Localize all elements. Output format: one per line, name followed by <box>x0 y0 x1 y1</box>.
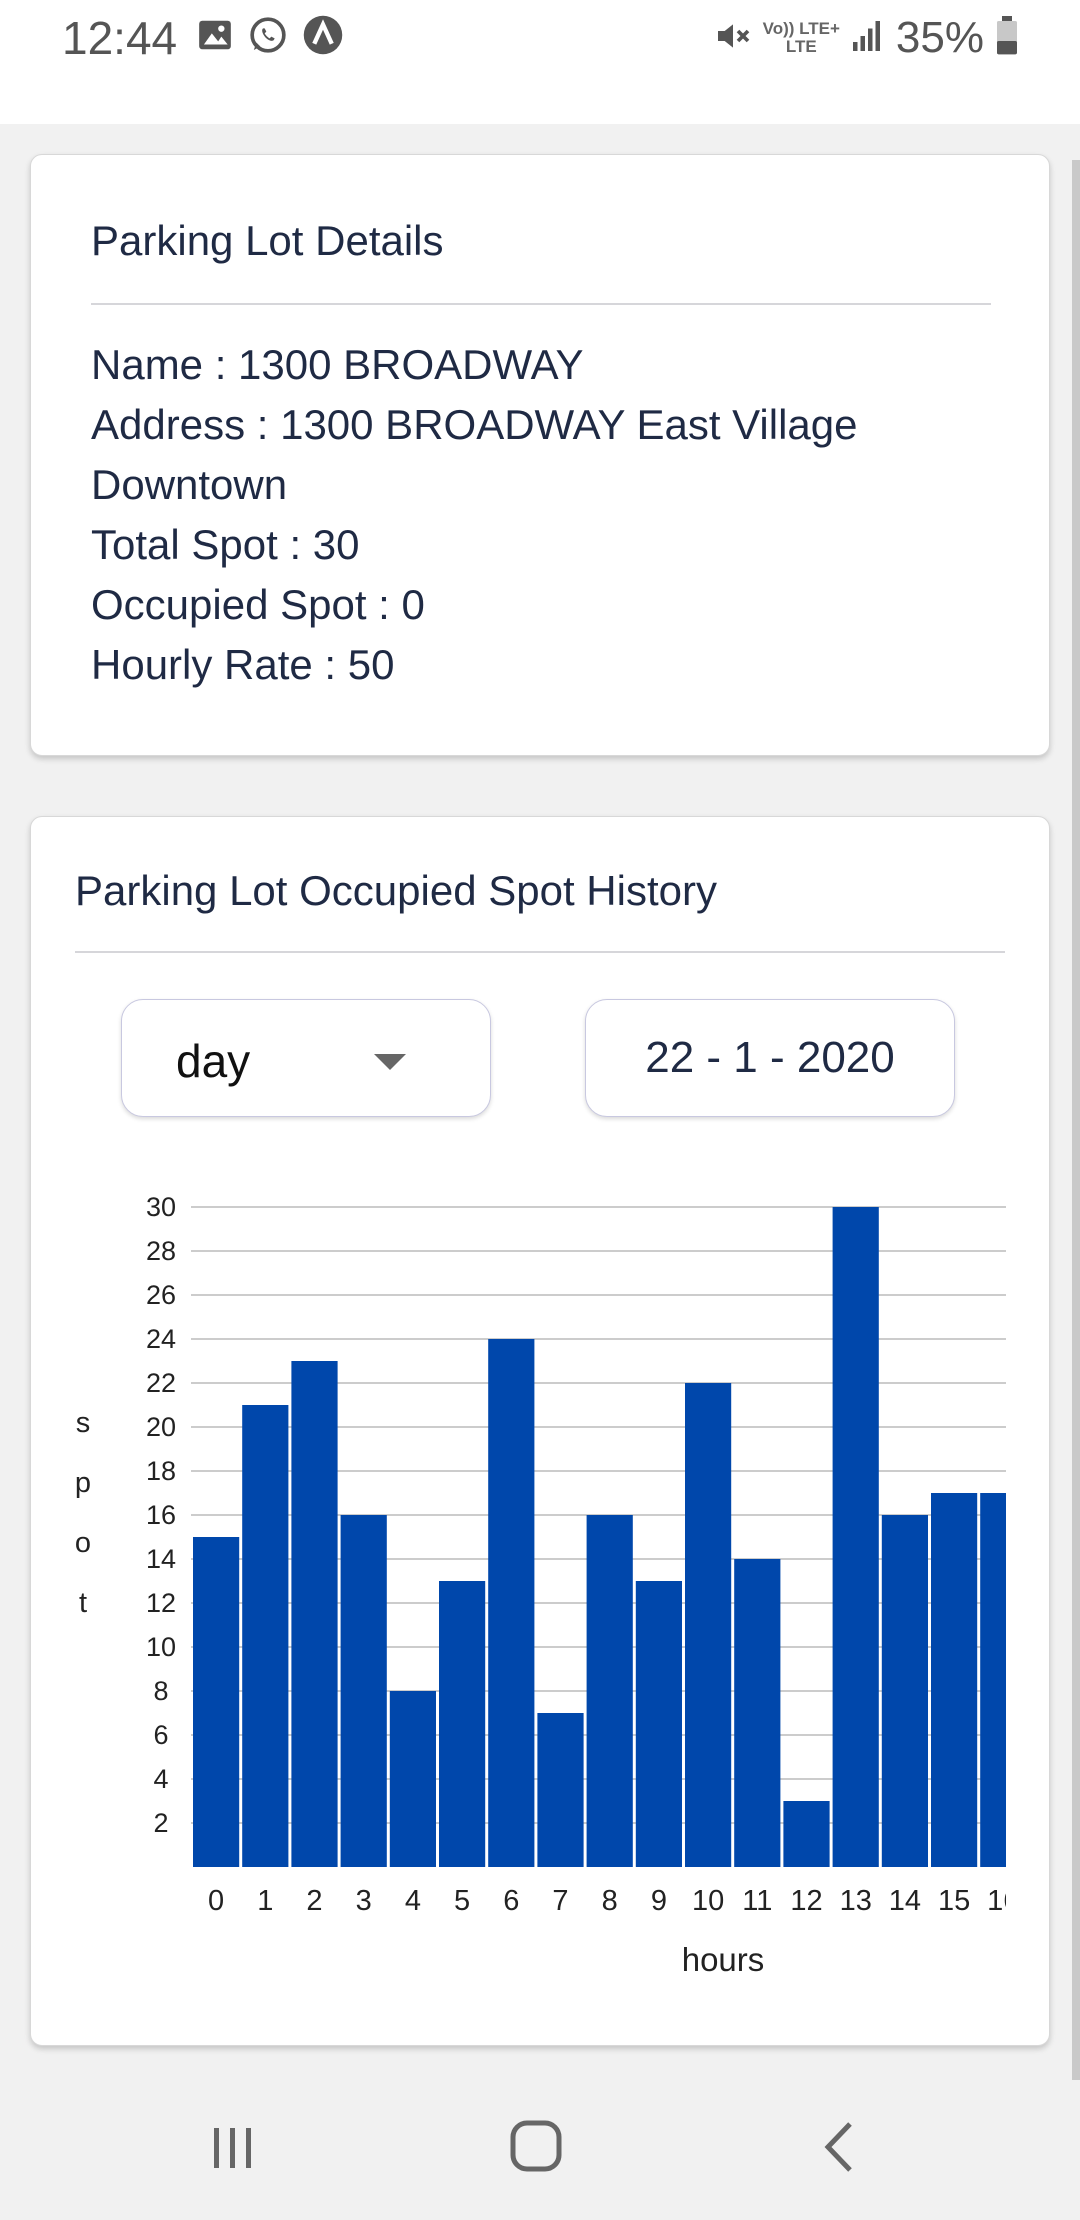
network-label-bottom: LTE <box>785 37 817 56</box>
x-tick-label: 4 <box>405 1885 421 1917</box>
y-tick-label: 16 <box>146 1500 176 1530</box>
status-system-icons: Vo)) LTE+ LTE 35% <box>713 8 1020 68</box>
occupied-history-card: Parking Lot Occupied Spot History day 22… <box>30 816 1050 2046</box>
x-tick-label: 12 <box>790 1885 822 1917</box>
y-axis-label-letter: t <box>79 1587 87 1619</box>
bar <box>832 1207 879 1867</box>
x-tick-label: 9 <box>651 1885 667 1917</box>
page-scrollbar[interactable] <box>1072 160 1080 2080</box>
back-icon[interactable] <box>818 2120 858 2179</box>
x-tick-label: 16 <box>987 1885 1019 1917</box>
recents-icon[interactable] <box>208 2122 258 2177</box>
y-axis-label-letter: p <box>75 1467 91 1499</box>
x-ticks-group: 0 1 2 3 4 5 6 7 8 9 10 11 12 13 14 15 16 <box>208 1885 1019 1917</box>
x-tick-label: 15 <box>938 1885 970 1917</box>
y-tick-label: 12 <box>146 1588 176 1618</box>
bar <box>488 1339 535 1867</box>
y-tick-label: 30 <box>146 1192 176 1222</box>
status-time: 12:44 <box>62 12 178 64</box>
y-tick-label: 10 <box>146 1632 176 1662</box>
lot-name: Name : 1300 BROADWAY <box>91 341 584 388</box>
x-tick-label: 14 <box>889 1885 921 1917</box>
gallery-icon <box>196 16 234 59</box>
bar <box>389 1691 436 1867</box>
app-notification-icon <box>302 14 344 61</box>
x-tick-label: 1 <box>257 1885 273 1917</box>
battery-icon <box>994 15 1020 61</box>
y-tick-label: 22 <box>146 1368 176 1398</box>
bar <box>340 1515 387 1867</box>
x-tick-label: 2 <box>306 1885 322 1917</box>
parking-details-card: Parking Lot Details Name : 1300 BROADWAY… <box>30 154 1050 756</box>
y-tick-label: 24 <box>146 1324 176 1354</box>
occupied-spot-bar-chart: 246810121416182022242628300 1 2 3 4 5 6 7 8 9 10 11… <box>75 1192 1019 1978</box>
bar <box>881 1515 928 1867</box>
status-notification-icons <box>196 14 344 61</box>
y-axis-label-letter: o <box>75 1527 91 1559</box>
bar <box>931 1493 978 1867</box>
bar <box>734 1559 781 1867</box>
x-tick-label: 10 <box>692 1885 724 1917</box>
x-tick-label: 7 <box>552 1885 568 1917</box>
lot-hourly-rate: Hourly Rate : 50 <box>91 641 395 688</box>
mute-icon <box>713 16 753 61</box>
lot-address: Address : 1300 BROADWAY East Village Dow… <box>91 401 858 508</box>
whatsapp-icon <box>248 15 288 60</box>
lot-total-spots: Total Spot : 30 <box>91 521 360 568</box>
bar <box>586 1515 633 1867</box>
details-card-title: Parking Lot Details <box>91 217 444 264</box>
lot-occupied-spots: Occupied Spot : 0 <box>91 581 425 628</box>
y-tick-label: 14 <box>146 1544 176 1574</box>
status-bar: 12:44 Vo)) LTE+ LTE 35% <box>0 0 1080 124</box>
x-tick-label: 0 <box>208 1885 224 1917</box>
bar <box>635 1581 682 1867</box>
bar <box>193 1537 240 1867</box>
details-divider <box>91 303 991 305</box>
y-tick-label: 8 <box>153 1676 168 1706</box>
bars-group <box>193 1207 1006 1867</box>
y-tick-label: 4 <box>153 1764 168 1794</box>
y-tick-label: 2 <box>153 1808 168 1838</box>
x-tick-label: 5 <box>454 1885 470 1917</box>
bar <box>980 1493 1006 1867</box>
bar <box>783 1801 830 1867</box>
system-nav-bar <box>0 2080 1080 2220</box>
network-indicator: Vo)) LTE+ LTE <box>763 20 840 56</box>
x-tick-label: 11 <box>742 1885 772 1917</box>
network-label-top: Vo)) LTE+ <box>762 19 840 38</box>
bar <box>685 1383 732 1867</box>
x-tick-label: 8 <box>602 1885 618 1917</box>
bar <box>439 1581 486 1867</box>
y-tick-label: 18 <box>146 1456 176 1486</box>
y-tick-label: 6 <box>153 1720 168 1750</box>
signal-icon <box>850 18 886 59</box>
y-axis-label-letter: s <box>76 1407 91 1439</box>
x-axis-label: hours <box>682 1941 765 1978</box>
y-tick-label: 20 <box>146 1412 176 1442</box>
bar <box>242 1405 289 1867</box>
battery-percent: 35% <box>895 13 984 62</box>
x-tick-label: 3 <box>356 1885 372 1917</box>
home-icon[interactable] <box>508 2118 564 2179</box>
bar <box>291 1361 338 1867</box>
x-tick-label: 6 <box>503 1885 519 1917</box>
bar <box>537 1713 584 1867</box>
y-tick-label: 26 <box>146 1280 176 1310</box>
details-list: Name : 1300 BROADWAY Address : 1300 BROA… <box>91 335 991 695</box>
y-tick-label: 28 <box>146 1236 176 1266</box>
x-tick-label: 13 <box>840 1885 872 1917</box>
